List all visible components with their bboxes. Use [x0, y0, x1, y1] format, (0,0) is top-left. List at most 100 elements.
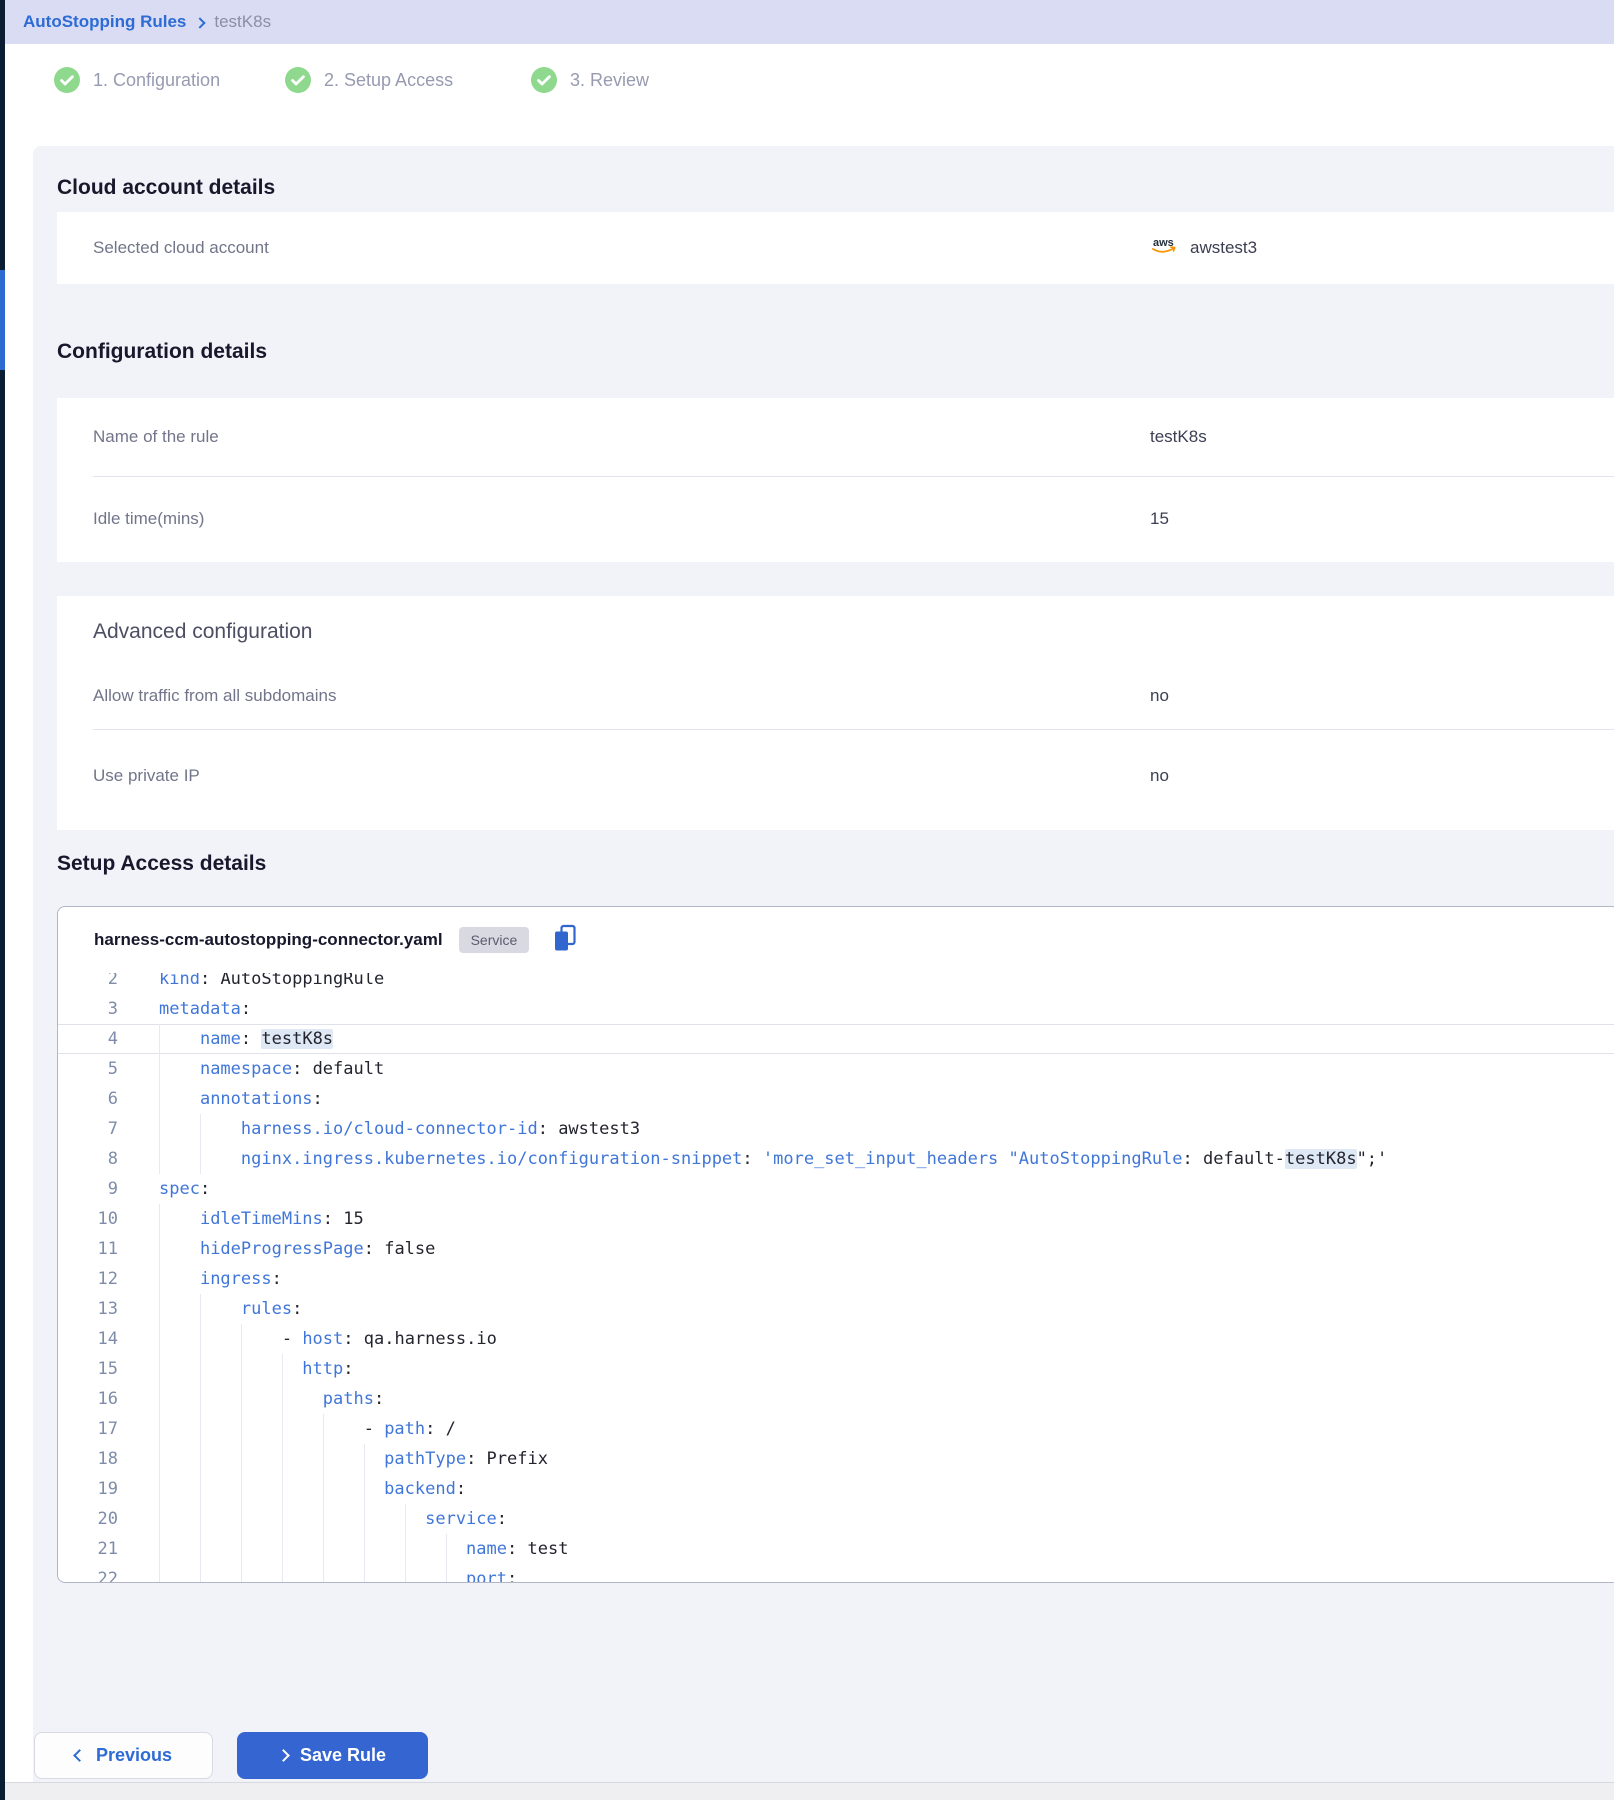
line-number: 9 — [58, 1174, 118, 1204]
row-allow-traffic: Allow traffic from all subdomains no — [57, 662, 1614, 729]
line-number: 18 — [58, 1444, 118, 1474]
row-selected-cloud-account: Selected cloud account aws awstest3 — [57, 212, 1614, 284]
step-configuration[interactable]: 1. Configuration — [54, 44, 220, 116]
line-number: 21 — [58, 1534, 118, 1564]
section-title-setup-access: Setup Access details — [57, 852, 266, 876]
code-line: 11 hideProgressPage: false — [58, 1234, 1614, 1264]
row-idle-time: Idle time(mins) 15 — [57, 476, 1614, 562]
line-content: backend: — [159, 1474, 466, 1504]
previous-button-label: Previous — [96, 1745, 172, 1766]
line-content: - path: / — [159, 1414, 456, 1444]
chevron-right-icon — [195, 17, 206, 28]
section-title-configuration: Configuration details — [57, 340, 267, 364]
line-content: spec: — [159, 1174, 210, 1204]
code-line: 19 backend: — [58, 1474, 1614, 1504]
line-number: 2 — [58, 973, 118, 994]
line-number: 7 — [58, 1114, 118, 1144]
step-setup-access[interactable]: 2. Setup Access — [285, 44, 453, 116]
line-content: paths: — [159, 1384, 384, 1414]
line-content: - host: qa.harness.io — [159, 1324, 497, 1354]
chevron-right-icon — [277, 1749, 290, 1762]
previous-button[interactable]: Previous — [34, 1732, 213, 1779]
copy-icon — [553, 924, 577, 956]
line-number: 3 — [58, 994, 118, 1024]
line-content: port: — [159, 1564, 517, 1582]
breadcrumb-link-autostopping-rules[interactable]: AutoStopping Rules — [23, 12, 186, 32]
line-content: pathType: Prefix — [159, 1444, 548, 1474]
left-rail-indicator — [0, 270, 5, 370]
line-content: http: — [159, 1354, 354, 1384]
code-line: 17 - path: / — [58, 1414, 1614, 1444]
line-number: 12 — [58, 1264, 118, 1294]
configuration-details-block: Name of the rule testK8s Idle time(mins)… — [57, 398, 1614, 562]
row-label: Selected cloud account — [93, 238, 269, 258]
line-content: rules: — [159, 1294, 302, 1324]
code-line: 21 name: test — [58, 1534, 1614, 1564]
check-circle-icon — [285, 67, 311, 93]
footer-strip — [5, 1782, 1614, 1800]
step-review[interactable]: 3. Review — [531, 44, 649, 116]
save-rule-button-label: Save Rule — [300, 1745, 386, 1766]
line-number: 22 — [58, 1564, 118, 1582]
line-number: 17 — [58, 1414, 118, 1444]
yaml-editor[interactable]: 2kind: AutoStoppingRule3metadata:4 name:… — [58, 973, 1614, 1582]
code-line: 4 name: testK8s — [58, 1024, 1614, 1054]
line-content: ingress: — [159, 1264, 282, 1294]
row-name-of-rule: Name of the rule testK8s — [57, 398, 1614, 476]
row-label: Name of the rule — [93, 427, 219, 447]
code-line: 15 http: — [58, 1354, 1614, 1384]
section-title-cloud-account: Cloud account details — [57, 176, 275, 200]
line-content: name: test — [159, 1534, 568, 1564]
section-title-advanced-configuration: Advanced configuration — [93, 620, 313, 644]
cloud-account-name: awstest3 — [1190, 238, 1257, 258]
code-line: 2 kind: AutoStoppingRule — [58, 973, 1614, 994]
line-number: 15 — [58, 1354, 118, 1384]
row-value: testK8s — [1150, 427, 1207, 447]
row-value: no — [1150, 766, 1169, 786]
line-content: name: testK8s — [159, 1024, 333, 1054]
line-content: annotations: — [159, 1084, 323, 1114]
row-label: Use private IP — [93, 766, 200, 786]
save-rule-button[interactable]: Save Rule — [237, 1732, 428, 1779]
row-value: no — [1150, 686, 1169, 706]
yaml-filename: harness-ccm-autostopping-connector.yaml — [94, 930, 443, 950]
line-number: 11 — [58, 1234, 118, 1264]
line-content: hideProgressPage: false — [159, 1234, 435, 1264]
copy-button[interactable] — [553, 924, 577, 956]
line-number: 5 — [58, 1054, 118, 1084]
code-line: 18 pathType: Prefix — [58, 1444, 1614, 1474]
aws-icon: aws — [1150, 235, 1182, 261]
code-line: 7 harness.io/cloud-connector-id: awstest… — [58, 1114, 1614, 1144]
line-number: 14 — [58, 1324, 118, 1354]
line-content: namespace: default — [159, 1054, 384, 1084]
check-circle-icon — [531, 67, 557, 93]
code-line: 12 ingress: — [58, 1264, 1614, 1294]
row-value: aws awstest3 — [1150, 235, 1257, 261]
breadcrumb-current: testK8s — [214, 12, 271, 32]
line-content: kind: AutoStoppingRule — [159, 973, 384, 994]
line-number: 8 — [58, 1144, 118, 1174]
code-line: 5 namespace: default — [58, 1054, 1614, 1084]
line-content: service: — [159, 1504, 507, 1534]
code-line: 10 idleTimeMins: 15 — [58, 1204, 1614, 1234]
code-line: 8 nginx.ingress.kubernetes.io/configurat… — [58, 1144, 1614, 1174]
line-number: 4 — [58, 1024, 118, 1054]
review-panel: Cloud account details Selected cloud acc… — [33, 146, 1614, 1800]
line-number: 19 — [58, 1474, 118, 1504]
code-line: 16 paths: — [58, 1384, 1614, 1414]
row-label: Allow traffic from all subdomains — [93, 686, 336, 706]
check-circle-icon — [54, 67, 80, 93]
wizard-stepper: 1. Configuration 2. Setup Access 3. Revi… — [5, 44, 1614, 116]
code-line: 20 service: — [58, 1504, 1614, 1534]
line-number: 20 — [58, 1504, 118, 1534]
line-number: 10 — [58, 1204, 118, 1234]
left-rail — [0, 0, 5, 1800]
line-content: idleTimeMins: 15 — [159, 1204, 364, 1234]
advanced-configuration-block: Advanced configuration Allow traffic fro… — [57, 596, 1614, 830]
line-content: harness.io/cloud-connector-id: awstest3 — [159, 1114, 640, 1144]
line-content: metadata: — [159, 994, 251, 1024]
code-line: 6 annotations: — [58, 1084, 1614, 1114]
breadcrumb: AutoStopping Rules testK8s — [5, 0, 1614, 44]
line-number: 16 — [58, 1384, 118, 1414]
code-line: 3 metadata: — [58, 994, 1614, 1024]
